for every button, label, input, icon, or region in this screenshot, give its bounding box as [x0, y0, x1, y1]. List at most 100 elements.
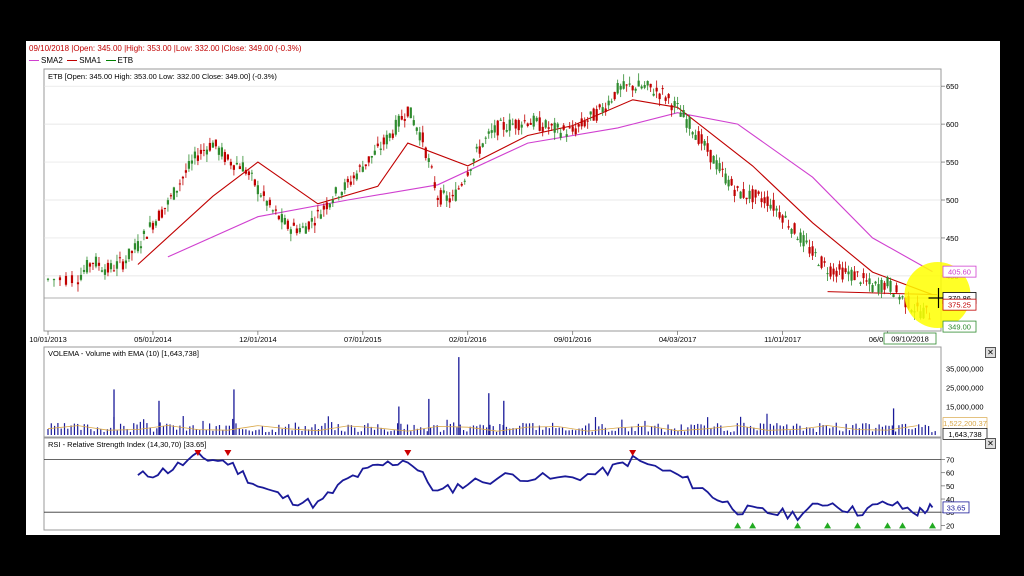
candle-body [754, 189, 757, 198]
candle-body [436, 197, 439, 201]
candle-body [319, 214, 322, 219]
volume-bar [233, 389, 235, 435]
candle-body [817, 265, 820, 267]
candle-body [439, 190, 442, 205]
candle-body [784, 215, 787, 218]
volume-bar [842, 431, 844, 435]
volume-bar [835, 422, 837, 435]
candle-body [214, 139, 218, 147]
volume-bar [205, 429, 207, 435]
volume-bar [202, 420, 204, 435]
volume-bar [428, 398, 430, 435]
volume-bar [891, 425, 893, 435]
chart-canvas[interactable]: ETB [Open: 345.00 High: 353.00 Low: 332.… [26, 41, 1000, 535]
candle-body [724, 173, 727, 184]
volume-bar [921, 427, 923, 435]
candle-body [526, 123, 529, 127]
volume-bar [255, 430, 257, 435]
candle-body [172, 187, 176, 200]
volume-bar [426, 431, 428, 435]
volume-bar [525, 423, 527, 435]
price-y-axis: 650600550500450400 [941, 82, 959, 281]
close-x-icon: ✕ [987, 348, 994, 357]
candle-body [814, 252, 817, 254]
candle-body [139, 246, 143, 249]
candle-body [853, 271, 856, 281]
candle-body [790, 228, 793, 234]
volume-bar [423, 428, 425, 435]
volume-bar [103, 431, 105, 435]
x-tick-label: 05/01/2014 [134, 335, 172, 344]
volume-bar [119, 423, 122, 435]
volume-bar [90, 429, 92, 435]
candle-body [718, 163, 721, 172]
volume-bar [458, 357, 460, 435]
volume-bar [581, 428, 583, 435]
volume-bar [158, 400, 160, 435]
price-value-labels: 405.60370.86375.25349.00 [942, 265, 977, 333]
volume-tick-label: 35,000,000 [946, 365, 984, 374]
candle-body [763, 197, 766, 204]
candle-body [646, 81, 649, 86]
rsi-tick-label: 50 [946, 482, 954, 491]
candle-body [706, 143, 709, 152]
volume-bar [274, 432, 277, 435]
volume-bar [406, 424, 409, 435]
volume-bar [598, 426, 600, 435]
candle-body [373, 150, 376, 155]
price-label: 405.60 [948, 268, 971, 277]
volume-bar [387, 431, 389, 435]
candle-body [787, 226, 790, 228]
candle-body [304, 226, 307, 234]
volume-bar [700, 424, 702, 435]
volume-bar [80, 429, 82, 435]
volume-bar [284, 426, 287, 435]
close-volume-panel-button[interactable]: ✕ [985, 347, 996, 358]
candle-body [829, 266, 832, 277]
volume-bar [664, 431, 666, 435]
volume-label: 1,522,200.37 [943, 419, 987, 428]
volume-bar [825, 425, 827, 435]
candle-body [772, 199, 775, 211]
volume-bar [354, 427, 356, 435]
volume-bar [829, 428, 831, 435]
candle-body [619, 85, 622, 90]
close-rsi-panel-button[interactable]: ✕ [985, 438, 996, 449]
candle-body [895, 285, 898, 293]
candle-body [328, 203, 331, 208]
volume-bar [50, 423, 52, 435]
candle-body [430, 166, 433, 168]
candle-body [712, 155, 715, 164]
candle-body [865, 280, 868, 282]
candle-body [325, 202, 328, 210]
volume-bar [357, 431, 359, 435]
candle-body [802, 235, 805, 247]
volume-bar [479, 424, 481, 435]
candle-body [64, 275, 68, 285]
candle-body [565, 134, 568, 137]
volume-bar [782, 426, 785, 435]
candle-body [655, 87, 658, 92]
volume-bar [294, 422, 296, 435]
candle-body [343, 182, 346, 190]
candle-body [730, 178, 733, 186]
candle-body [751, 189, 754, 203]
volume-bar [110, 427, 112, 435]
candle-body [313, 222, 316, 226]
candle-body [826, 273, 829, 275]
volume-bar [519, 425, 521, 435]
candle-body [283, 218, 286, 225]
candle-body [367, 156, 370, 163]
volume-panel-title: VOLEMA - Volume with EMA (10) [1,643,738… [48, 349, 199, 358]
volume-bar [215, 426, 217, 435]
volume-bar [278, 424, 280, 435]
volume-bar [802, 430, 804, 435]
candle-body [193, 151, 197, 159]
candle-body [586, 120, 589, 122]
candle-body [538, 117, 541, 131]
candle-body [658, 93, 661, 100]
candle-body [409, 107, 412, 119]
candle-body [496, 120, 499, 136]
candle-body [886, 277, 889, 287]
candle-body [460, 183, 463, 186]
